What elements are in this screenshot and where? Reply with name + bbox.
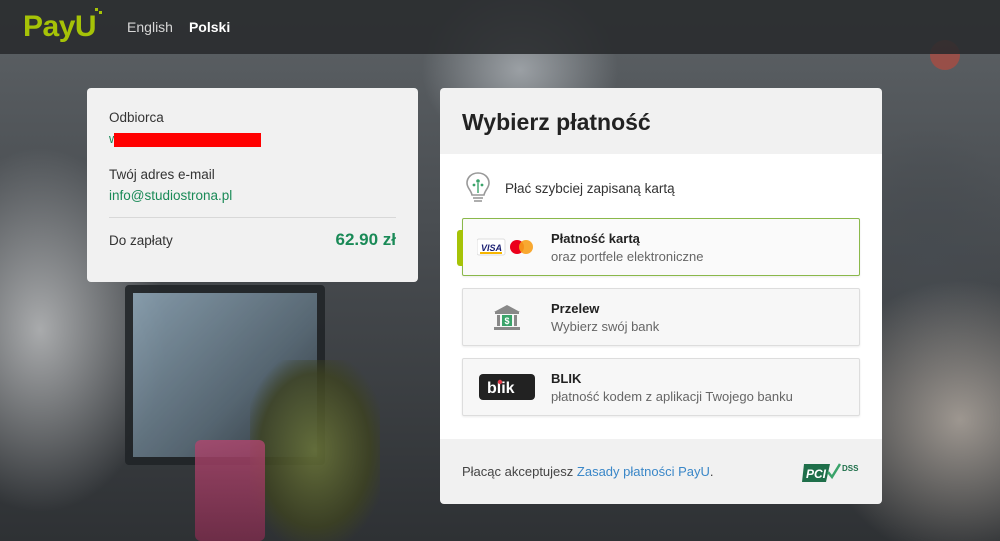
amount-row: Do zapłaty 62.90 zł xyxy=(109,230,396,250)
payment-method-transfer-text: Przelew Wybierz swój bank xyxy=(551,301,659,334)
method-subtitle: Wybierz swój bank xyxy=(551,318,660,334)
svg-text:VISA: VISA xyxy=(481,243,502,253)
payment-method-card-text: Płatność kartą oraz portfele elektronicz… xyxy=(551,231,703,264)
language-polski[interactable]: Polski xyxy=(189,19,230,35)
amount-label: Do zapłaty xyxy=(109,232,173,248)
terms-link[interactable]: Zasady płatności PayU xyxy=(577,464,710,479)
saved-card-link[interactable]: Płać szybciej zapisaną kartą xyxy=(465,170,860,206)
payment-methods: Płać szybciej zapisaną kartą VISA Płatno… xyxy=(440,154,882,439)
method-title: Płatność kartą xyxy=(551,230,640,246)
lightbulb-icon xyxy=(466,172,490,202)
payment-method-transfer[interactable]: $ Przelew Wybierz swój bank xyxy=(462,288,860,346)
method-title: BLIK xyxy=(551,370,582,386)
payment-method-blik-text: BLIK płatność kodem z aplikacji Twojego … xyxy=(551,371,793,404)
language-english[interactable]: English xyxy=(127,19,173,35)
recipient-value: w xyxy=(109,129,396,149)
bank-icon: $ xyxy=(463,302,551,332)
selected-indicator xyxy=(457,230,463,266)
logo-dots-icon xyxy=(95,8,103,14)
background-plant xyxy=(250,360,380,541)
top-bar: PayU English Polski xyxy=(0,0,1000,54)
pci-dss-badge: PCI DSS xyxy=(802,460,860,484)
redaction-bar xyxy=(114,133,261,147)
recipient-label: Odbiorca xyxy=(109,110,164,125)
email-value: info@studiostrona.pl xyxy=(109,188,233,203)
email-label: Twój adres e-mail xyxy=(109,167,215,182)
method-title: Przelew xyxy=(551,300,600,316)
payment-method-blik[interactable]: blik BLIK płatność kodem z aplikacji Two… xyxy=(462,358,860,416)
payment-header: Wybierz płatność xyxy=(440,88,882,154)
svg-text:$: $ xyxy=(504,316,509,326)
logo-text: PayU xyxy=(23,10,97,43)
blik-icon: blik xyxy=(463,374,551,400)
saved-card-text: Płać szybciej zapisaną kartą xyxy=(505,180,675,196)
order-summary-card: Odbiorca w Twój adres e-mail info@studio… xyxy=(87,88,418,282)
pci-dss-icon: PCI DSS xyxy=(802,462,859,482)
payment-selection-card: Wybierz płatność Płać szybciej zapisaną … xyxy=(440,88,882,504)
terms-end: . xyxy=(709,464,714,479)
language-switcher: English Polski xyxy=(127,19,230,35)
payu-logo[interactable]: PayU xyxy=(23,8,103,44)
terms-note: Płacąc akceptujesz Zasady płatności PayU… xyxy=(462,464,713,479)
amount-value: 62.90 zł xyxy=(335,230,397,249)
pci-text: PCI xyxy=(806,467,827,481)
dss-text: DSS xyxy=(842,464,859,473)
method-subtitle: oraz portfele elektroniczne xyxy=(551,248,704,264)
background-mug xyxy=(195,440,265,541)
divider xyxy=(109,217,396,218)
terms-text: Płacąc akceptujesz xyxy=(462,464,577,479)
payment-title: Wybierz płatność xyxy=(462,109,651,135)
visa-mastercard-icon: VISA xyxy=(463,237,551,257)
method-subtitle: płatność kodem z aplikacji Twojego banku xyxy=(551,388,793,404)
payment-footer: Płacąc akceptujesz Zasady płatności PayU… xyxy=(440,439,882,504)
payment-method-card[interactable]: VISA Płatność kartą oraz portfele elektr… xyxy=(457,218,860,276)
